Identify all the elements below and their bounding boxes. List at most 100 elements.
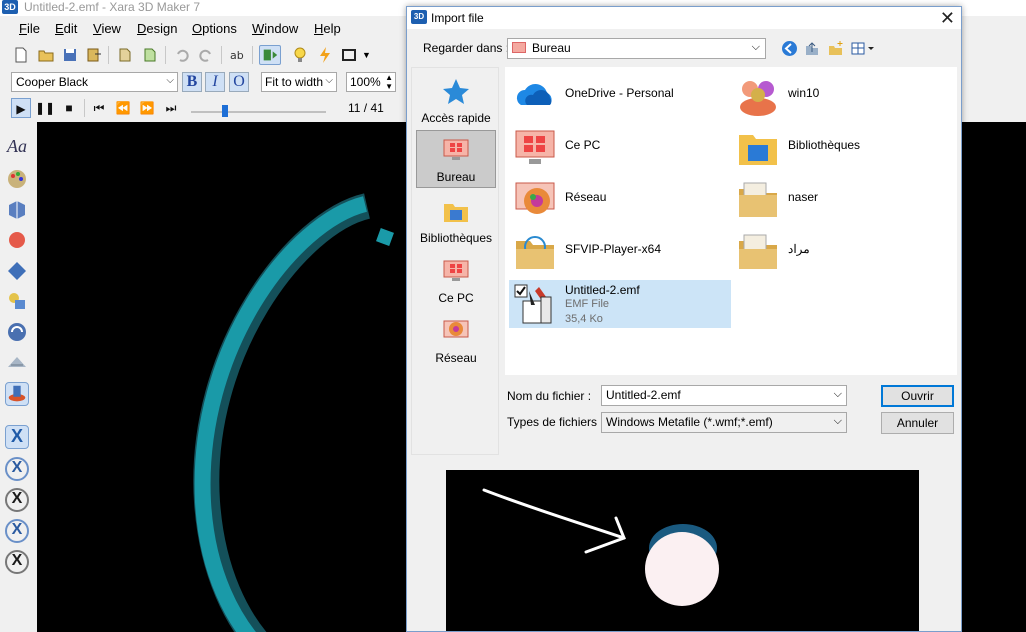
bevel-icon[interactable]	[5, 228, 29, 252]
list-item-selected[interactable]: Untitled-2.emf EMF File 35,4 Ko	[509, 280, 731, 328]
chevron-down-icon: ⌵	[166, 75, 174, 86]
frame-slider-thumb[interactable]	[221, 105, 228, 117]
zoom-mode-select[interactable]: Fit to width ⌵	[261, 72, 337, 92]
extrude-icon[interactable]	[5, 197, 29, 221]
first-frame-button[interactable]: ⏮	[89, 98, 109, 118]
list-item[interactable]: مراد	[732, 228, 954, 276]
place-this-pc[interactable]: Ce PC	[416, 252, 496, 310]
frame-dropdown-arrow-icon[interactable]: ▼	[362, 50, 371, 60]
pause-button[interactable]: ❚❚	[35, 98, 55, 118]
file-type-select[interactable]: Windows Metafile (*.wmf;*.emf) ⌵	[601, 412, 847, 433]
last-frame-button[interactable]: ⏭	[161, 98, 181, 118]
import-image-icon[interactable]	[141, 46, 159, 64]
menu-window[interactable]: Window	[252, 21, 298, 36]
file-name-field[interactable]: Untitled-2.emf ⌵	[601, 385, 847, 406]
up-folder-icon[interactable]	[803, 40, 820, 57]
desktop-icon	[443, 139, 469, 160]
menu-options[interactable]: Options	[192, 21, 237, 36]
window-title: Untitled-2.emf - Xara 3D Maker 7	[24, 0, 201, 14]
list-item[interactable]: SFVIP-Player-x64	[509, 228, 731, 276]
open-folder-icon[interactable]	[37, 46, 55, 64]
outline-button[interactable]: O	[229, 72, 249, 92]
list-item[interactable]: Ce PC	[509, 124, 731, 172]
texture-icon[interactable]	[5, 351, 29, 375]
libraries-folder-icon	[739, 135, 777, 165]
close-icon[interactable]: ✕	[940, 8, 955, 29]
shape-icon[interactable]	[5, 259, 29, 283]
menu-help[interactable]: Help	[314, 21, 341, 36]
new-document-icon[interactable]	[12, 46, 30, 64]
toolbar-separator	[84, 99, 85, 117]
bold-button[interactable]: B	[182, 72, 202, 92]
file-preview	[446, 470, 919, 631]
ring-graphic	[193, 193, 394, 632]
import-file-dialog: 3D Import file ✕ Regarder dans : Bureau …	[406, 6, 962, 632]
animation-icon[interactable]	[259, 45, 281, 65]
place-libraries[interactable]: Bibliothèques	[416, 192, 496, 250]
user-folder-icon	[740, 81, 776, 116]
folder-icon	[739, 234, 777, 269]
back-arrow-icon[interactable]	[781, 40, 798, 57]
frame-slider-track[interactable]	[191, 111, 326, 113]
redo-icon[interactable]	[197, 46, 215, 64]
list-item[interactable]: Réseau	[509, 176, 731, 224]
menu-file[interactable]: File	[19, 21, 40, 36]
save-icon[interactable]	[61, 46, 79, 64]
chevron-down-icon: ⌵	[833, 415, 842, 427]
onedrive-cloud-icon	[516, 84, 552, 105]
shapes-icon[interactable]	[5, 289, 29, 313]
lightbulb-icon[interactable]	[291, 46, 309, 64]
new-folder-icon[interactable]	[827, 40, 844, 57]
animation-x-icon[interactable]: X	[5, 425, 29, 449]
app-logo-icon: 3D	[2, 0, 18, 14]
design-canvas[interactable]	[37, 122, 407, 632]
svg-text:ab: ab	[230, 49, 244, 62]
color-palette-icon[interactable]	[5, 167, 29, 191]
libraries-folder-icon	[444, 204, 468, 222]
animation-style-2-icon[interactable]: X	[5, 488, 29, 512]
app-logo-icon: 3D	[411, 10, 427, 24]
zoom-percent-input[interactable]: 100% ▲ ▼	[346, 72, 396, 92]
network-icon	[515, 182, 555, 214]
list-item[interactable]: Bibliothèques	[732, 124, 954, 172]
place-desktop[interactable]: Bureau	[416, 130, 496, 188]
frame-icon[interactable]	[340, 46, 358, 64]
rotate-icon[interactable]	[5, 320, 29, 344]
cancel-button[interactable]: Annuler	[881, 412, 954, 434]
import-icon[interactable]	[116, 46, 134, 64]
list-item[interactable]: win10	[732, 72, 954, 120]
next-frame-button[interactable]: ⏩	[137, 98, 157, 118]
undo-icon[interactable]	[173, 46, 191, 64]
previous-frame-button[interactable]: ⏪	[113, 98, 133, 118]
menu-design[interactable]: Design	[137, 21, 177, 36]
italic-button[interactable]: I	[205, 72, 225, 92]
font-selector[interactable]: Cooper Black ⌵	[11, 72, 178, 92]
desktop-icon	[512, 42, 526, 53]
list-item[interactable]: OneDrive - Personal	[509, 72, 731, 120]
animation-style-4-icon[interactable]: X	[5, 550, 29, 574]
left-toolbar: Aa X X X X X	[0, 126, 36, 632]
stop-button[interactable]: ■	[59, 98, 79, 118]
menu-edit[interactable]: Edit	[55, 21, 77, 36]
place-quick-access[interactable]: Accès rapide	[416, 72, 496, 130]
place-network[interactable]: Réseau	[416, 312, 496, 370]
view-3d-icon[interactable]	[5, 382, 29, 406]
chevron-down-icon[interactable]: ⌵	[834, 388, 842, 401]
list-item[interactable]: naser	[732, 176, 954, 224]
look-in-select[interactable]: Bureau ⌵	[507, 38, 766, 59]
emf-file-icon	[514, 284, 552, 324]
text-style-icon[interactable]: Aa	[5, 136, 29, 160]
open-button[interactable]: Ouvrir	[881, 385, 954, 407]
spinner-icon[interactable]: ▲ ▼	[385, 73, 393, 91]
network-icon	[443, 320, 469, 338]
file-type: EMF File	[565, 298, 609, 310]
lighting-icon[interactable]	[316, 46, 334, 64]
menu-view[interactable]: View	[93, 21, 121, 36]
animation-style-1-icon[interactable]: X	[5, 457, 29, 481]
play-button[interactable]: ▶	[11, 98, 31, 118]
view-menu-icon[interactable]	[850, 40, 876, 57]
text-edit-icon[interactable]: ab	[229, 46, 247, 64]
animation-style-3-icon[interactable]: X	[5, 519, 29, 543]
chevron-down-icon: ⌵	[751, 41, 760, 53]
export-icon[interactable]	[85, 46, 103, 64]
